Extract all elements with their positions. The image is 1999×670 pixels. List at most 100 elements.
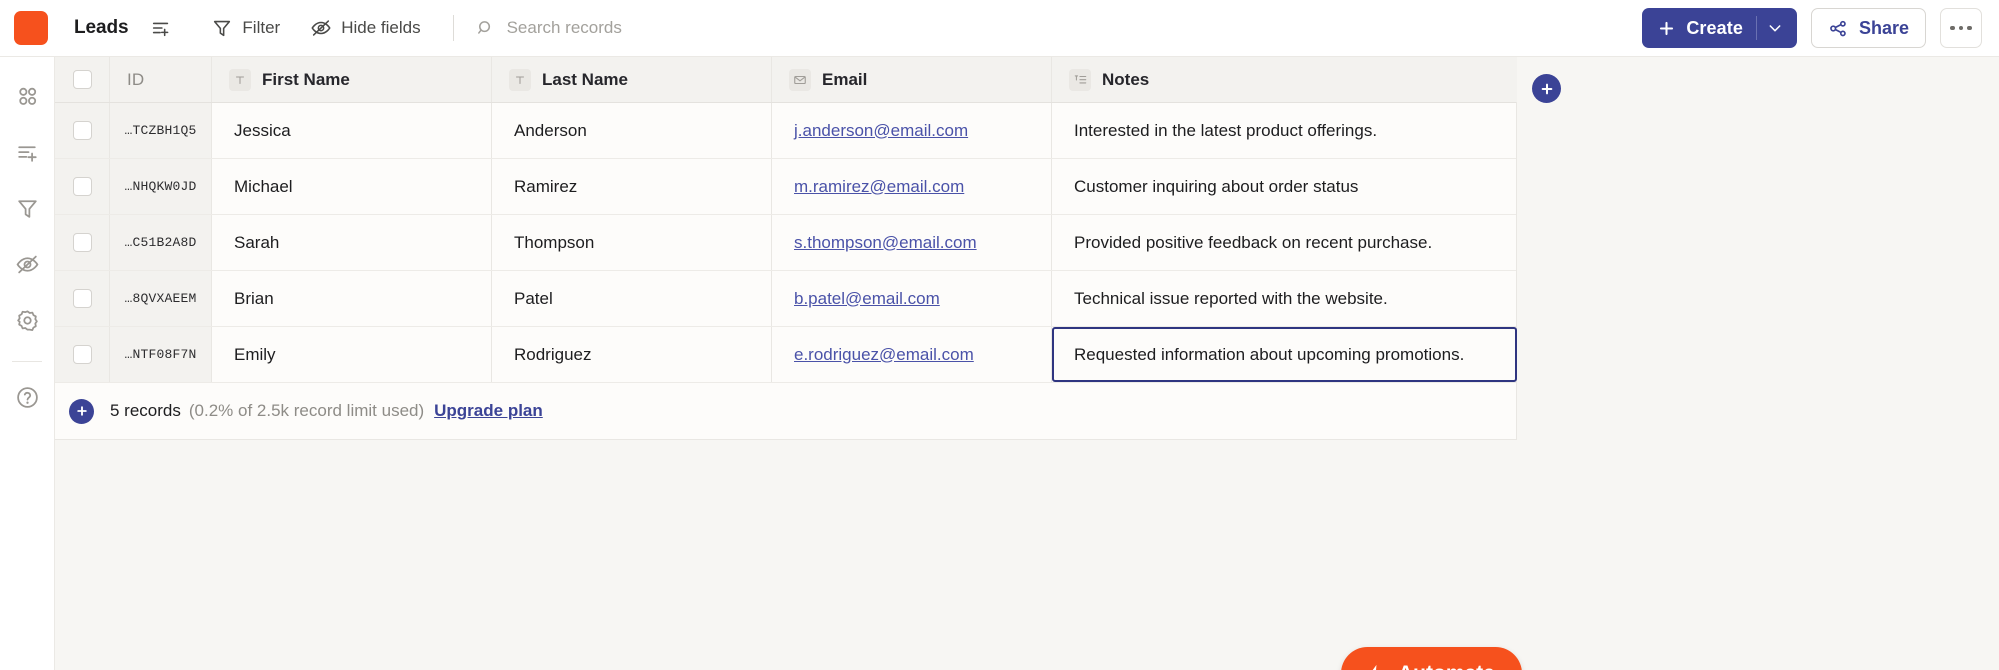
cell-notes-selected[interactable]: Requested information about upcoming pro…: [1052, 327, 1517, 382]
column-header-first-name[interactable]: First Name: [212, 57, 492, 102]
table-row: …NHQKW0JD Michael Ramirez m.ramirez@emai…: [55, 159, 1516, 215]
records-grid: ID First Name Last Name Email Notes …TCZ…: [55, 57, 1517, 440]
table-row: …8QVXAEEM Brian Patel b.patel@email.com …: [55, 271, 1516, 327]
cell-last-name[interactable]: Anderson: [492, 103, 772, 158]
record-limit-text: (0.2% of 2.5k record limit used): [188, 401, 425, 420]
column-label: Email: [822, 69, 868, 89]
table-row: …C51B2A8D Sarah Thompson s.thompson@emai…: [55, 215, 1516, 271]
email-link[interactable]: s.thompson@email.com: [794, 233, 977, 253]
lightning-bolt-icon: [1372, 664, 1377, 670]
add-record-button[interactable]: [69, 398, 94, 424]
hide-fields-button[interactable]: Hide fields: [302, 10, 428, 46]
row-select-cell[interactable]: [55, 327, 110, 382]
cell-id[interactable]: …8QVXAEEM: [110, 271, 212, 326]
column-header-id[interactable]: ID: [110, 57, 212, 102]
select-all-checkbox[interactable]: [72, 70, 92, 89]
column-header-last-name[interactable]: Last Name: [492, 57, 772, 102]
row-select-cell[interactable]: [55, 103, 110, 158]
cell-email[interactable]: s.thompson@email.com: [772, 215, 1052, 270]
hide-eye-icon: [16, 255, 38, 273]
cell-first-name[interactable]: Jessica: [212, 103, 492, 158]
gear-icon: [16, 309, 38, 331]
cell-email[interactable]: b.patel@email.com: [772, 271, 1052, 326]
filter-icon: [17, 199, 37, 218]
sidebar-item-settings[interactable]: [6, 299, 48, 341]
cell-id[interactable]: …NTF08F7N: [110, 327, 212, 382]
add-field-button[interactable]: [1532, 74, 1561, 103]
cell-email[interactable]: e.rodriguez@email.com: [772, 327, 1052, 382]
row-select-cell[interactable]: [55, 271, 110, 326]
row-checkbox[interactable]: [72, 121, 92, 140]
row-checkbox[interactable]: [72, 177, 92, 196]
more-options-button[interactable]: [1940, 8, 1982, 48]
cell-id[interactable]: …NHQKW0JD: [110, 159, 212, 214]
email-link[interactable]: b.patel@email.com: [794, 289, 940, 309]
table-title: Leads: [74, 17, 129, 38]
long-text-icon: [1069, 68, 1091, 91]
cell-first-name[interactable]: Brian: [212, 271, 492, 326]
row-select-cell[interactable]: [55, 159, 110, 214]
share-nodes-icon: [1830, 20, 1846, 36]
cell-notes[interactable]: Customer inquiring about order status: [1052, 159, 1517, 214]
cell-id[interactable]: …TCZBH1Q5: [110, 103, 212, 158]
sidebar-item-apps[interactable]: [6, 75, 48, 117]
column-header-email[interactable]: Email: [772, 57, 1052, 102]
automate-label: Automate: [1398, 662, 1495, 670]
automate-button[interactable]: Automate: [1341, 647, 1522, 670]
filter-button[interactable]: Filter: [203, 10, 288, 46]
email-link[interactable]: m.ramirez@email.com: [794, 177, 964, 197]
upgrade-plan-link[interactable]: Upgrade plan: [434, 401, 543, 421]
cell-notes[interactable]: Interested in the latest product offerin…: [1052, 103, 1517, 158]
create-button[interactable]: Create: [1642, 8, 1797, 48]
plus-icon: [1660, 21, 1674, 35]
grid-header-row: ID First Name Last Name Email Notes: [55, 57, 1517, 103]
cell-last-name[interactable]: Rodriguez: [492, 327, 772, 382]
cell-id[interactable]: …C51B2A8D: [110, 215, 212, 270]
column-header-notes[interactable]: Notes: [1052, 57, 1517, 102]
cell-first-name[interactable]: Emily: [212, 327, 492, 382]
cell-last-name[interactable]: Ramirez: [492, 159, 772, 214]
row-checkbox[interactable]: [72, 345, 92, 364]
plus-icon: [76, 406, 87, 416]
select-all-cell[interactable]: [55, 57, 110, 102]
filter-icon: [214, 20, 231, 37]
cell-last-name[interactable]: Thompson: [492, 215, 772, 270]
chevron-down-icon: [1769, 25, 1781, 32]
share-label: Share: [1858, 17, 1909, 38]
app-logo: [14, 11, 48, 45]
toolbar-actions: Create Share: [1642, 8, 1999, 48]
sidebar-item-hide-fields[interactable]: [6, 243, 48, 285]
sidebar-item-filter[interactable]: [6, 187, 48, 229]
email-link[interactable]: j.anderson@email.com: [794, 121, 968, 141]
row-checkbox[interactable]: [72, 233, 92, 252]
row-select-cell[interactable]: [55, 215, 110, 270]
search-records-input[interactable]: Search records: [474, 10, 1643, 46]
cell-email[interactable]: m.ramirez@email.com: [772, 159, 1052, 214]
envelope-icon: [789, 68, 811, 91]
group-records-button[interactable]: [142, 10, 189, 46]
airtable-grid-app: Leads Filter Hide fields Search records …: [0, 0, 1999, 670]
grid-container: ID First Name Last Name Email Notes …TCZ…: [55, 57, 1999, 670]
cell-first-name[interactable]: Michael: [212, 159, 492, 214]
email-link[interactable]: e.rodriguez@email.com: [794, 345, 974, 365]
create-dropdown-button[interactable]: [1757, 20, 1793, 36]
share-button[interactable]: Share: [1810, 8, 1926, 48]
add-list-icon: [153, 22, 169, 37]
cell-notes[interactable]: Provided positive feedback on recent pur…: [1052, 215, 1517, 270]
column-label: Last Name: [542, 69, 628, 89]
sidebar-item-add-record[interactable]: [6, 131, 48, 173]
row-checkbox[interactable]: [72, 289, 92, 308]
table-row: …TCZBH1Q5 Jessica Anderson j.anderson@em…: [55, 103, 1516, 159]
cell-first-name[interactable]: Sarah: [212, 215, 492, 270]
column-label: First Name: [262, 69, 350, 89]
apps-grid-icon: [18, 87, 36, 105]
cell-notes[interactable]: Technical issue reported with the websit…: [1052, 271, 1517, 326]
ellipsis-dot: [1950, 25, 1955, 31]
sidebar-divider: [12, 361, 42, 362]
cell-email[interactable]: j.anderson@email.com: [772, 103, 1052, 158]
text-field-icon: [229, 68, 251, 91]
hide-eye-icon: [311, 20, 331, 36]
sidebar-item-help[interactable]: [6, 376, 48, 418]
cell-last-name[interactable]: Patel: [492, 271, 772, 326]
left-sidebar: [0, 57, 55, 670]
